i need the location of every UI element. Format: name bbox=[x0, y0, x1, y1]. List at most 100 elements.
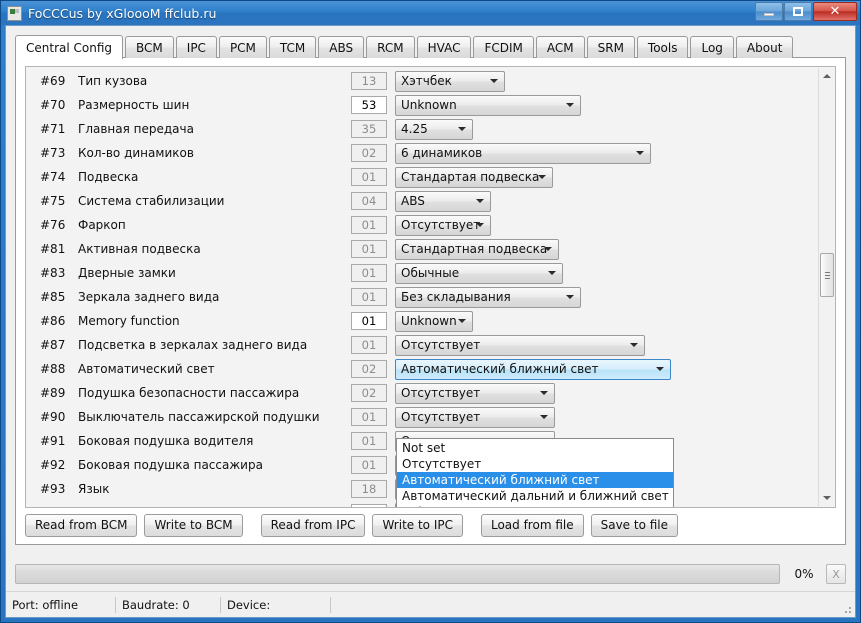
parameter-combobox[interactable]: Без складывания bbox=[395, 286, 581, 308]
parameter-combobox[interactable]: Отсутствует bbox=[395, 334, 645, 356]
parameter-value-input: 04 bbox=[351, 192, 387, 210]
parameter-combobox[interactable]: Отсутствует bbox=[395, 382, 555, 404]
dropdown-options-list[interactable]: Not set Отсутствует Автоматический ближний… bbox=[396, 438, 674, 507]
combobox-value: Отсутствует bbox=[401, 338, 481, 352]
tab-pcm[interactable]: PCM bbox=[218, 36, 267, 58]
chevron-down-icon bbox=[458, 319, 466, 323]
write-to-bcm-button[interactable]: Write to BCM bbox=[144, 513, 243, 537]
parameter-value-input[interactable]: 53 bbox=[351, 96, 387, 114]
minimize-button[interactable] bbox=[755, 2, 783, 21]
tab-about[interactable]: About bbox=[735, 36, 794, 58]
tab-tcm[interactable]: TCM bbox=[268, 36, 317, 58]
dropdown-option[interactable]: Unknown bbox=[397, 504, 673, 507]
status-port: Port: offline bbox=[6, 596, 116, 613]
parameter-id: #73 bbox=[40, 146, 66, 160]
tab-abs[interactable]: ABS bbox=[318, 36, 365, 58]
parameter-panel: #69 Тип кузова 13 Хэтчбек #70 Размерность шин… bbox=[25, 66, 836, 508]
chevron-down-icon bbox=[540, 415, 548, 419]
parameter-combobox[interactable]: Стандартная подвеска bbox=[395, 238, 559, 260]
parameter-combobox[interactable]: 4.25 bbox=[395, 118, 473, 140]
tab-srm[interactable]: SRM bbox=[586, 36, 635, 58]
scroll-down-button[interactable] bbox=[819, 490, 835, 506]
parameter-label: Автоматический свет bbox=[78, 362, 215, 376]
chevron-down-icon bbox=[458, 127, 466, 131]
parameter-label: Выключатель пассажирской подушки bbox=[78, 410, 320, 424]
tab-central-config[interactable]: Central Config bbox=[15, 35, 124, 59]
parameter-label: Фаркоп bbox=[78, 218, 126, 232]
parameter-combobox[interactable]: Автоматический ближний свет bbox=[395, 358, 671, 380]
read-from-bcm-button[interactable]: Read from BCM bbox=[25, 513, 138, 537]
window-client-area: Central Config BCM IPC PCM TCM ABS RCM HVAC FCDI… bbox=[5, 25, 856, 618]
tab-rcm[interactable]: RCM bbox=[366, 36, 415, 58]
write-to-ipc-button[interactable]: Write to IPC bbox=[372, 513, 463, 537]
parameter-value-input: 01 bbox=[351, 456, 387, 474]
tab-hvac[interactable]: HVAC bbox=[416, 36, 472, 58]
parameter-id: #93 bbox=[40, 482, 66, 496]
save-to-file-button[interactable]: Save to file bbox=[590, 513, 679, 537]
progress-bar bbox=[15, 564, 780, 584]
parameter-label: Размерность шин bbox=[78, 98, 190, 112]
parameter-combobox[interactable]: Хэтчбек bbox=[395, 70, 505, 92]
tab-ipc[interactable]: IPC bbox=[175, 36, 217, 58]
read-from-ipc-button[interactable]: Read from IPC bbox=[260, 513, 366, 537]
parameter-value-input: 02 bbox=[351, 144, 387, 162]
dropdown-option[interactable]: Отсутствует bbox=[397, 456, 673, 472]
resize-grip-icon[interactable] bbox=[841, 603, 853, 615]
status-bar: Port: offline Baudrate: 0 Device: bbox=[6, 591, 855, 617]
parameter-id: #87 bbox=[40, 338, 66, 352]
parameter-combobox[interactable]: Обычные bbox=[395, 262, 563, 284]
parameter-value-input[interactable]: 01 bbox=[351, 504, 387, 507]
parameter-id: #74 bbox=[40, 170, 66, 184]
dropdown-option[interactable]: Автоматический дальний и ближний свет bbox=[397, 488, 673, 504]
chevron-down-icon bbox=[630, 343, 638, 347]
scrollbar-thumb[interactable] bbox=[820, 253, 834, 297]
parameter-value-input: 01 bbox=[351, 336, 387, 354]
parameter-row: #74 Подвеска 01 Стандартая подвеска bbox=[26, 165, 817, 189]
combobox-value: ABS bbox=[401, 194, 425, 208]
combobox-value: Стандартая подвеска bbox=[401, 170, 540, 184]
scroll-up-button[interactable] bbox=[819, 68, 835, 84]
cancel-button[interactable]: X bbox=[826, 564, 846, 584]
combobox-value: Unknown bbox=[401, 98, 457, 112]
tab-acm[interactable]: ACM bbox=[535, 36, 585, 58]
tab-bcm[interactable]: BCM bbox=[125, 36, 174, 58]
tab-tools[interactable]: Tools bbox=[636, 36, 689, 58]
parameter-combobox[interactable]: 6 динамиков bbox=[395, 142, 651, 164]
grip-icon bbox=[825, 272, 830, 279]
parameter-combobox[interactable]: Отсутствует bbox=[395, 214, 491, 236]
parameter-id: #83 bbox=[40, 266, 66, 280]
parameter-label: Главная передача bbox=[78, 122, 194, 136]
parameter-value-input[interactable]: 01 bbox=[351, 312, 387, 330]
app-icon bbox=[7, 5, 22, 21]
parameter-row: #89 Подушка безопасности пассажира 02 Отсут… bbox=[26, 381, 817, 405]
dropdown-option[interactable]: Автоматический ближний свет bbox=[397, 472, 673, 488]
load-from-file-button[interactable]: Load from file bbox=[480, 513, 584, 537]
parameter-value-input: 01 bbox=[351, 168, 387, 186]
parameter-id: #90 bbox=[40, 410, 66, 424]
tab-log[interactable]: Log bbox=[690, 36, 734, 58]
dropdown-option[interactable]: Not set bbox=[397, 440, 673, 456]
parameter-value-input: 01 bbox=[351, 288, 387, 306]
parameter-combobox[interactable]: Unknown bbox=[395, 94, 581, 116]
combobox-value: Отсутствует bbox=[401, 410, 481, 424]
chevron-down-icon bbox=[544, 247, 552, 251]
parameter-row: #83 Дверные замки 01 Обычные bbox=[26, 261, 817, 285]
tab-fcdim[interactable]: FCDIM bbox=[473, 36, 534, 58]
close-button[interactable]: ✕ bbox=[813, 2, 857, 21]
status-extra bbox=[331, 597, 337, 613]
parameter-value-input: 02 bbox=[351, 360, 387, 378]
vertical-scrollbar[interactable] bbox=[818, 68, 835, 506]
parameter-id: #92 bbox=[40, 458, 66, 472]
maximize-icon bbox=[793, 7, 803, 16]
parameter-combobox[interactable]: Отсутствует bbox=[395, 406, 555, 428]
title-bar[interactable]: FoCCCus by xGloooM ffclub.ru ✕ bbox=[1, 1, 860, 25]
progress-row: 0% X bbox=[15, 561, 846, 587]
parameter-combobox[interactable]: Unknown bbox=[395, 310, 473, 332]
parameter-label: Подушка безопасности пассажира bbox=[78, 386, 300, 400]
maximize-button[interactable] bbox=[784, 2, 812, 21]
parameter-combobox[interactable]: Стандартая подвеска bbox=[395, 166, 553, 188]
combobox-value: Стандартная подвеска bbox=[401, 242, 548, 256]
tab-panel-central-config: #69 Тип кузова 13 Хэтчбек #70 Размерность шин… bbox=[15, 57, 846, 545]
parameter-combobox[interactable]: ABS bbox=[395, 190, 491, 212]
chevron-down-icon bbox=[490, 79, 498, 83]
